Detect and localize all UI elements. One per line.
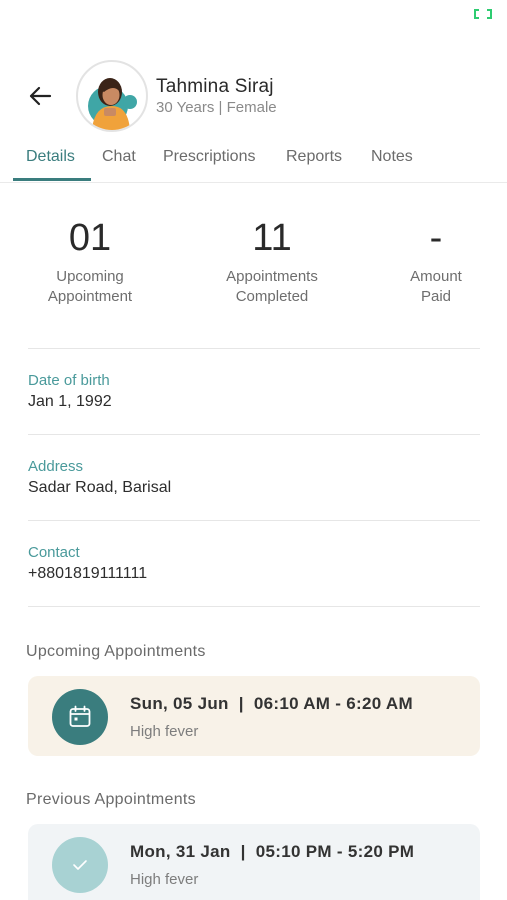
back-arrow-icon[interactable] <box>26 82 54 110</box>
divider <box>28 606 480 607</box>
stat-amount-value: - <box>429 217 443 259</box>
tab-notes[interactable]: Notes <box>371 148 413 166</box>
previous-appointment-datetime: Mon, 31 Jan | 05:10 PM - 5:20 PM <box>130 842 415 861</box>
upcoming-section-title: Upcoming Appointments <box>26 643 206 660</box>
tab-bar: Details Chat Prescriptions Reports Notes <box>0 136 507 183</box>
address-label: Address <box>28 458 84 475</box>
dob-value: Jan 1, 1992 <box>28 393 112 410</box>
stats-row: 01 Upcoming Appointment 11 Appointments … <box>0 215 507 315</box>
stat-completed-value: 11 <box>252 217 292 259</box>
upcoming-appointment-card[interactable]: Sun, 05 Jun | 06:10 AM - 6:20 AM High fe… <box>28 676 480 756</box>
stat-upcoming: 01 Upcoming Appointment <box>20 215 160 307</box>
patient-age-gender: 30 Years | Female <box>156 99 277 116</box>
stat-amount-label: Amount Paid <box>410 268 462 305</box>
stat-upcoming-label: Upcoming Appointment <box>47 268 133 305</box>
contact-label: Contact <box>28 544 80 561</box>
previous-section-title: Previous Appointments <box>26 791 196 808</box>
contact-value: +8801819111111 <box>28 565 148 582</box>
active-tab-indicator <box>13 178 91 181</box>
upcoming-appointment-datetime: Sun, 05 Jun | 06:10 AM - 6:20 AM <box>130 694 413 713</box>
calendar-icon <box>52 689 108 745</box>
address-value: Sadar Road, Barisal <box>28 479 172 496</box>
fullscreen-icon <box>474 9 492 19</box>
check-icon <box>52 837 108 893</box>
tab-chat[interactable]: Chat <box>102 148 136 166</box>
stat-completed: 11 Appointments Completed <box>202 215 342 307</box>
divider <box>28 434 480 435</box>
tab-reports[interactable]: Reports <box>286 148 342 166</box>
stat-upcoming-value: 01 <box>68 217 112 259</box>
tab-details[interactable]: Details <box>26 148 75 166</box>
patient-header: Tahmina Siraj 30 Years | Female <box>0 60 507 132</box>
divider <box>28 520 480 521</box>
patient-name: Tahmina Siraj <box>156 76 274 97</box>
tab-prescriptions[interactable]: Prescriptions <box>163 148 255 166</box>
divider <box>28 348 480 349</box>
previous-appointment-note: High fever <box>130 871 199 888</box>
previous-appointment-card[interactable]: Mon, 31 Jan | 05:10 PM - 5:20 PM High fe… <box>28 824 480 900</box>
dob-label: Date of birth <box>28 372 110 389</box>
avatar <box>76 60 148 132</box>
stat-amount: - Amount Paid <box>376 215 496 307</box>
stat-completed-label: Appointments Completed <box>226 268 318 305</box>
upcoming-appointment-note: High fever <box>130 723 199 740</box>
